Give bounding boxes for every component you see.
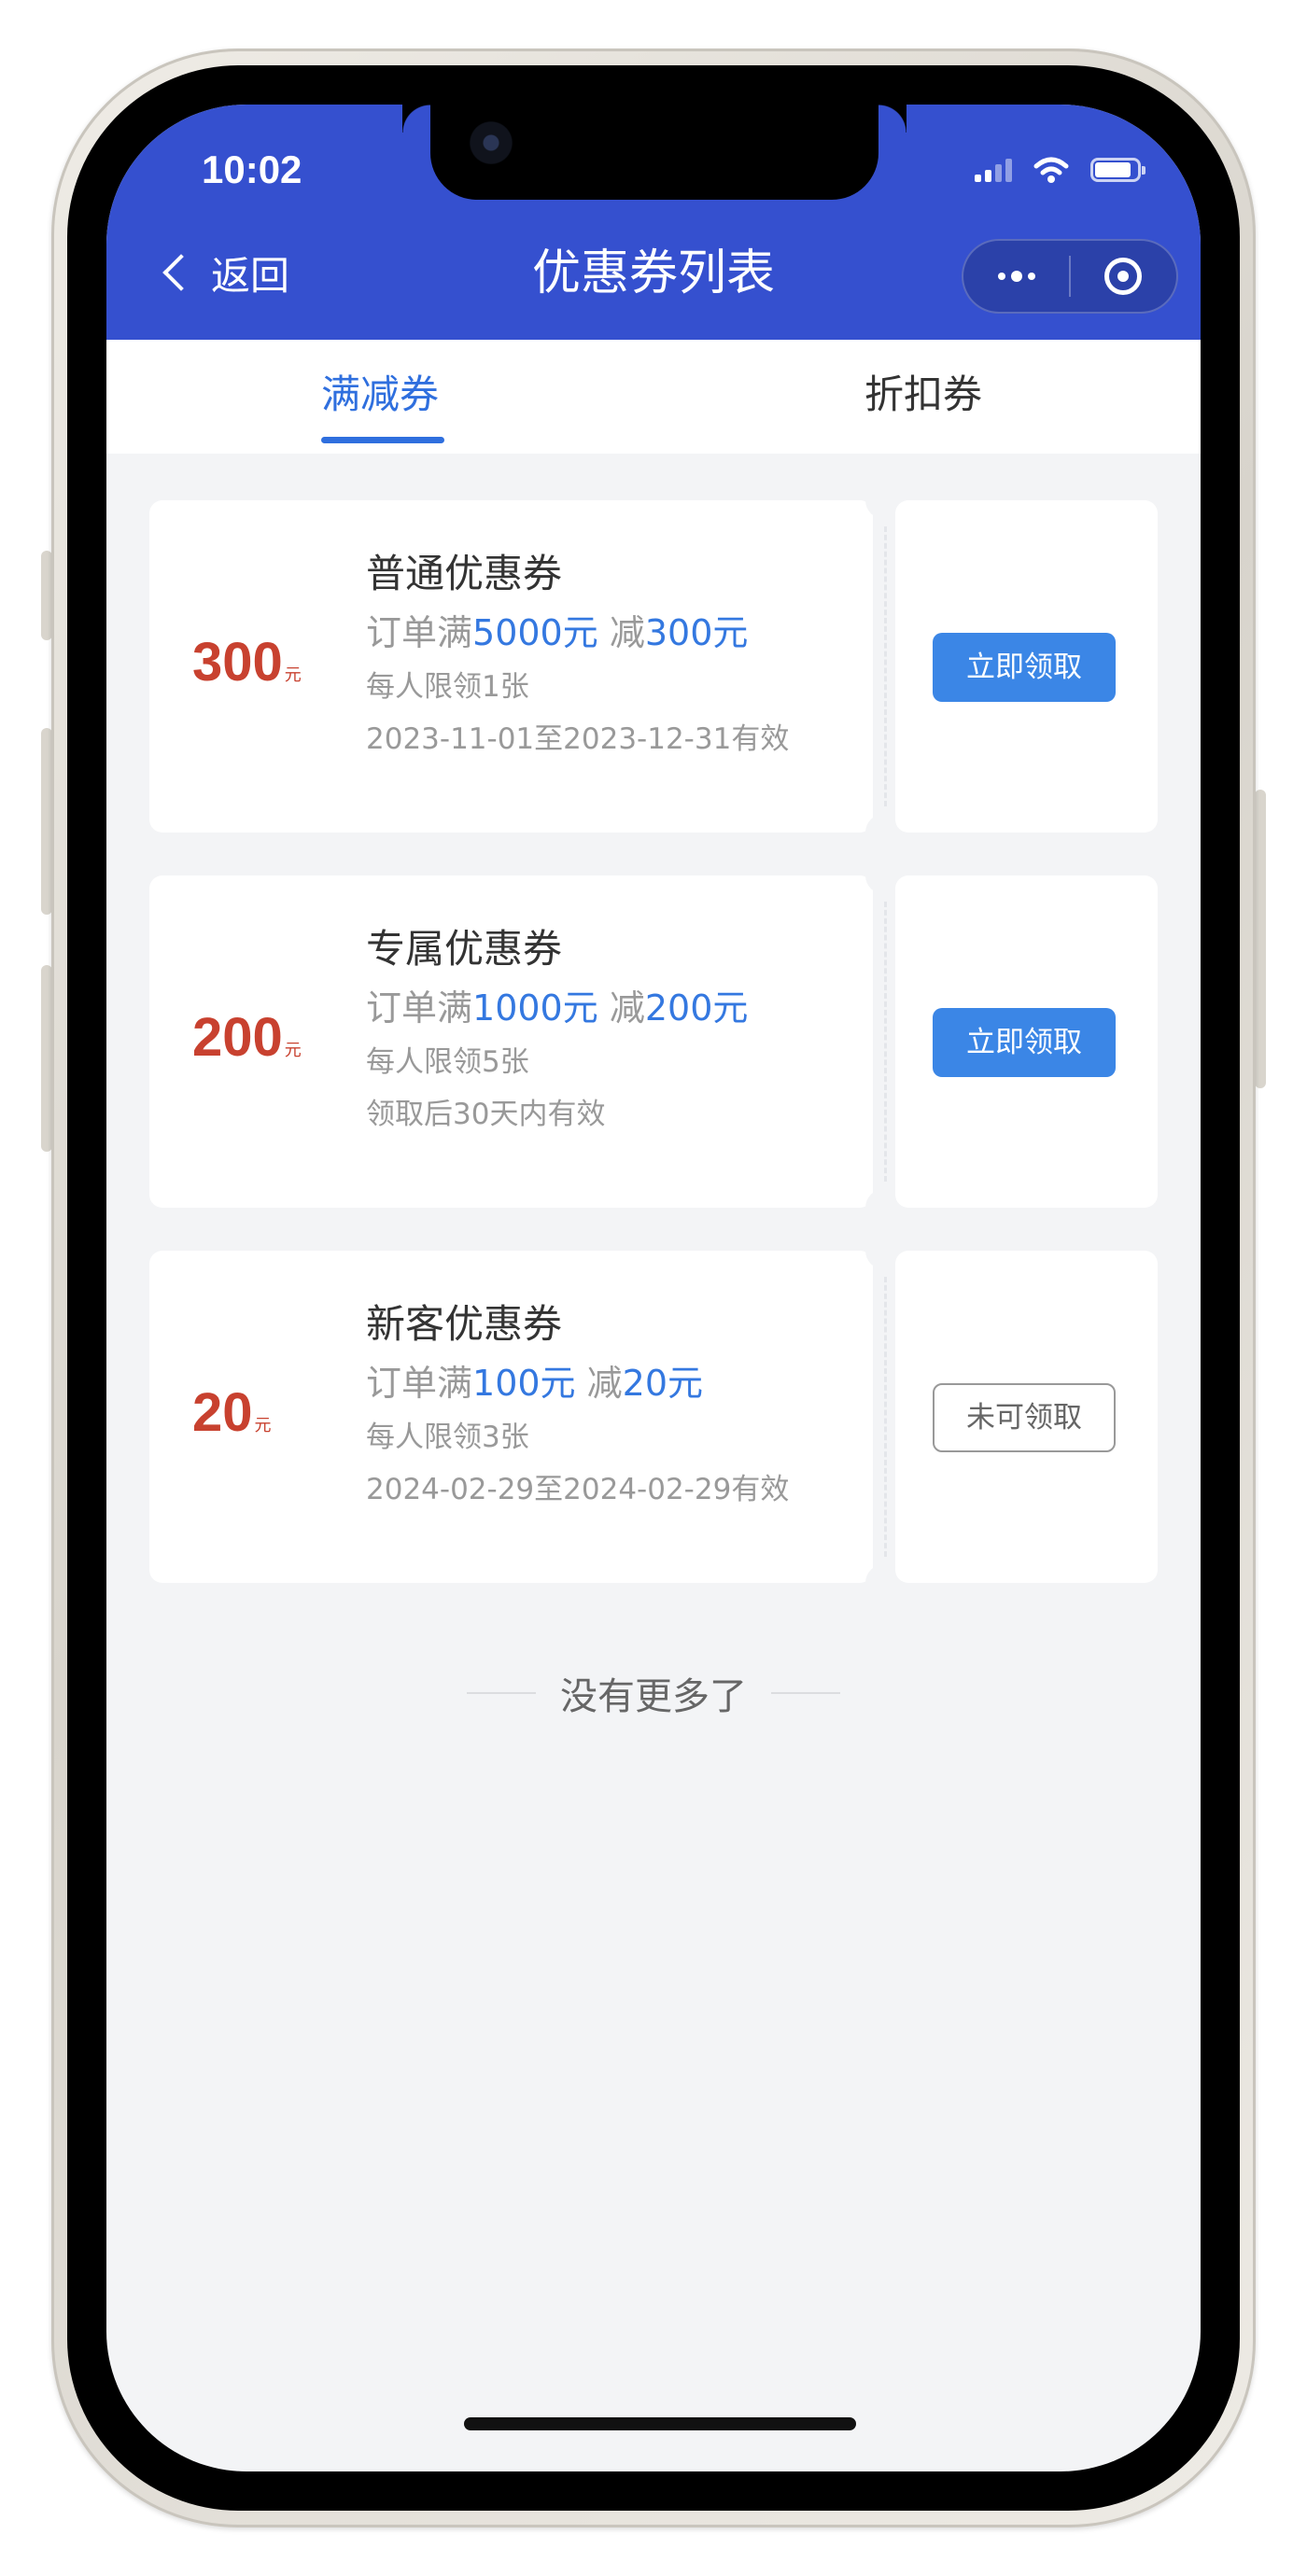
coupon-card: 300 元 普通优惠券 订单满5000元 减300元 每人限领1张 2023-11… xyxy=(149,482,1158,851)
more-button[interactable] xyxy=(963,241,1069,312)
close-target-icon xyxy=(1104,258,1143,295)
coupon-type-tabs: 满减券 折扣券 xyxy=(106,340,1201,454)
coupon-action-area: 立即领取 xyxy=(895,500,1158,833)
coupon-validity: 2023-11-01至2023-12-31有效 xyxy=(366,722,790,756)
coupon-perforation xyxy=(884,902,887,1182)
back-label: 返回 xyxy=(211,252,290,299)
coupon-card: 200 元 专属优惠券 订单满1000元 减200元 每人限领5张 领取后30天内… xyxy=(149,857,1158,1226)
claim-button[interactable]: 立即领取 xyxy=(933,633,1116,702)
battery-icon xyxy=(1090,158,1145,182)
wifi-icon xyxy=(1033,157,1069,183)
coupon-rule: 订单满1000元 减200元 xyxy=(366,987,749,1029)
tab-discount[interactable]: 折扣券 xyxy=(864,340,982,454)
phone-side-button-power xyxy=(1255,790,1266,1088)
coupon-amount: 300 元 xyxy=(192,632,302,693)
coupon-info: 新客优惠券 订单满100元 减20元 每人限领3张 2024-02-29至202… xyxy=(366,1295,789,1516)
home-indicator[interactable] xyxy=(464,2417,856,2430)
more-dots-icon xyxy=(997,273,1005,280)
back-chevron-icon xyxy=(162,254,200,291)
coupon-body: 300 元 普通优惠券 订单满5000元 减300元 每人限领1张 2023-11… xyxy=(149,500,873,833)
coupon-amount: 20 元 xyxy=(192,1382,272,1443)
status-time: 10:02 xyxy=(202,147,302,191)
coupon-body: 200 元 专属优惠券 订单满1000元 减200元 每人限领5张 领取后30天内… xyxy=(149,875,873,1208)
coupon-validity: 领取后30天内有效 xyxy=(366,1098,606,1131)
divider-left xyxy=(467,1692,536,1694)
back-button[interactable]: 返回 xyxy=(157,245,289,301)
mini-program-capsule xyxy=(962,239,1178,314)
coupon-title: 新客优惠券 xyxy=(366,1301,563,1347)
close-button[interactable] xyxy=(1071,241,1176,312)
coupon-limit: 每人限领5张 xyxy=(366,1045,529,1079)
phone-screen: 10:02 返回 优惠券列表 满减券 折扣券 300 元 普通优惠券 订单满50… xyxy=(106,105,1201,2471)
coupon-body: 20 元 新客优惠券 订单满100元 减20元 每人限领3张 2024-02-29… xyxy=(149,1251,873,1583)
coupon-rule: 订单满5000元 减300元 xyxy=(366,612,749,653)
coupon-card: 20 元 新客优惠券 订单满100元 减20元 每人限领3张 2024-02-29… xyxy=(149,1232,1158,1602)
coupon-action-area: 未可领取 xyxy=(895,1251,1158,1583)
claim-button[interactable]: 立即领取 xyxy=(933,1008,1116,1077)
signal-icon xyxy=(975,158,1012,182)
list-end-indicator: 没有更多了 xyxy=(106,1665,1201,1721)
coupon-rule: 订单满100元 减20元 xyxy=(366,1363,704,1404)
active-tab-indicator xyxy=(321,437,444,443)
no-more-text: 没有更多了 xyxy=(560,1675,747,1718)
coupon-title: 普通优惠券 xyxy=(366,551,563,596)
coupon-limit: 每人限领3张 xyxy=(366,1421,529,1454)
coupon-validity: 2024-02-29至2024-02-29有效 xyxy=(366,1473,790,1506)
coupon-perforation xyxy=(884,526,887,806)
coupon-perforation xyxy=(884,1277,887,1557)
coupon-info: 普通优惠券 订单满5000元 减300元 每人限领1张 2023-11-01至2… xyxy=(366,545,789,765)
coupon-amount: 200 元 xyxy=(192,1007,302,1068)
coupon-info: 专属优惠券 订单满1000元 减200元 每人限领5张 领取后30天内有效 xyxy=(366,920,748,1141)
coupon-title: 专属优惠券 xyxy=(366,926,563,972)
front-camera xyxy=(470,121,513,164)
coupon-limit: 每人限领1张 xyxy=(366,670,529,704)
claim-button-disabled[interactable]: 未可领取 xyxy=(933,1383,1116,1452)
coupon-action-area: 立即领取 xyxy=(895,875,1158,1208)
device-stage: 10:02 返回 优惠券列表 满减券 折扣券 300 元 普通优惠券 订单满50… xyxy=(0,0,1307,2576)
status-icons xyxy=(975,151,1145,189)
divider-right xyxy=(771,1692,840,1694)
